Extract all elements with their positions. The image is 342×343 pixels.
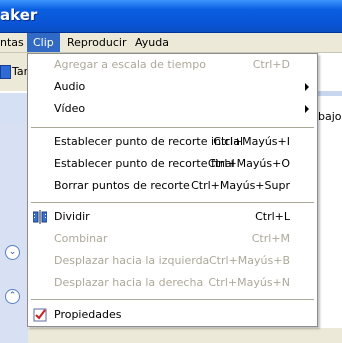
menu-item-recorte-inicial[interactable]: Establecer punto de recorte inicial Ctrl… (28, 132, 317, 152)
properties-check-icon (33, 308, 47, 322)
menu-separator (31, 127, 314, 128)
menu-bar: ntas Clip Reproducir Ayuda (0, 33, 342, 53)
tasks-pane: ⌄ ⌃ (0, 93, 28, 343)
clip-menu-dropdown: Agregar a escala de tiempo Ctrl+D Audio … (27, 53, 318, 327)
menu-reproducir[interactable]: Reproducir (61, 33, 133, 52)
menu-item-shortcut: Ctrl+Mayús+I (213, 135, 290, 148)
menu-item-video[interactable]: Vídeo (28, 99, 317, 119)
tasks-pane-header (0, 93, 28, 123)
menu-item-label: Vídeo (54, 102, 86, 115)
menu-item-shortcut: Ctrl+M (251, 232, 290, 245)
menu-ayuda[interactable]: Ayuda (129, 33, 175, 52)
menu-item-combinar[interactable]: Combinar Ctrl+M (28, 229, 317, 249)
menu-item-borrar-recorte[interactable]: Borrar puntos de recorte Ctrl+Mayús+Supr (28, 176, 317, 196)
menu-item-shortcut: Ctrl+Mayús+O (207, 157, 290, 170)
menu-item-shortcut: Ctrl+Mayús+Supr (191, 179, 290, 192)
content-header-bar (317, 91, 342, 96)
menu-item-label: Agregar a escala de tiempo (54, 58, 206, 71)
menu-item-label: Desplazar hacia la izquierda (54, 254, 210, 267)
split-icon (33, 210, 47, 224)
collapse-up-icon[interactable]: ⌃ (5, 289, 20, 304)
expand-down-icon[interactable]: ⌄ (5, 245, 20, 260)
tasks-icon (0, 65, 11, 79)
menu-item-label: Desplazar hacia la derecha (54, 276, 204, 289)
tasks-pane-body (0, 123, 28, 343)
menu-item-recorte-final[interactable]: Establecer punto de recorte final Ctrl+M… (28, 154, 317, 174)
menu-herramientas[interactable]: ntas (0, 33, 30, 52)
menu-item-label: Combinar (54, 232, 108, 245)
menu-separator (31, 299, 314, 300)
window-title: aker (0, 6, 38, 24)
menu-item-audio[interactable]: Audio (28, 77, 317, 97)
menu-item-agregar-escala[interactable]: Agregar a escala de tiempo Ctrl+D (28, 55, 317, 75)
submenu-arrow-icon (305, 83, 309, 91)
menu-item-propiedades[interactable]: Propiedades (28, 305, 317, 325)
tasks-button[interactable]: Tar (0, 63, 28, 83)
menu-separator (31, 202, 314, 203)
menu-item-label: Borrar puntos de recorte (54, 179, 190, 192)
menu-item-desplazar-izquierda[interactable]: Desplazar hacia la izquierda Ctrl+Mayús+… (28, 251, 317, 271)
status-strip (28, 328, 342, 343)
content-text: bajo. (318, 110, 342, 123)
menu-item-shortcut: Ctrl+D (252, 58, 290, 71)
menu-item-dividir[interactable]: Dividir Ctrl+L (28, 207, 317, 227)
menu-item-label: Propiedades (54, 308, 122, 321)
menu-item-label: Dividir (54, 210, 90, 223)
title-bar: aker (0, 0, 342, 33)
tasks-label: Tar (12, 65, 29, 78)
submenu-arrow-icon (305, 105, 309, 113)
menu-item-desplazar-derecha[interactable]: Desplazar hacia la derecha Ctrl+Mayús+N (28, 273, 317, 293)
content-area (319, 53, 342, 343)
menu-item-shortcut: Ctrl+L (255, 210, 290, 223)
menu-clip[interactable]: Clip (27, 33, 60, 52)
menu-item-shortcut: Ctrl+Mayús+N (208, 276, 290, 289)
menu-item-label: Audio (54, 80, 86, 93)
menu-item-shortcut: Ctrl+Mayús+B (209, 254, 290, 267)
